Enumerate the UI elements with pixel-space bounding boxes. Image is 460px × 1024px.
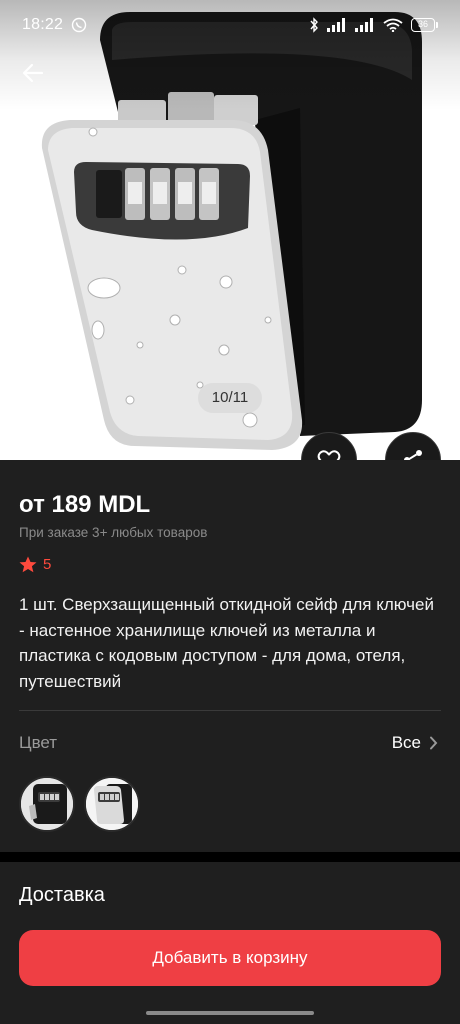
product-gallery[interactable]: 18:22 36 10/11 [0,0,460,460]
price: от 189 MDL [19,491,151,518]
color-label: Цвет [19,733,58,752]
home-indicator[interactable] [146,1011,314,1015]
rating-value: 5 [43,556,52,573]
color-option-thumbnail [21,778,73,830]
signal-icon [327,18,345,32]
status-icons: 36 [309,17,438,33]
arrow-left-icon [22,63,44,83]
wifi-icon [383,18,403,32]
product-title: 1 шт. Сверхзащищенный откидной сейф для … [19,595,434,691]
status-time: 18:22 [22,16,64,33]
battery-icon: 36 [411,18,438,32]
section-separator [0,852,460,862]
color-all-label: Все [391,733,421,752]
battery-level: 36 [411,18,435,32]
gallery-counter: 10/11 [198,383,262,413]
signal-icon [355,18,373,32]
price-note: При заказе 3+ любых товаров [19,525,208,540]
color-option-2[interactable] [84,776,140,832]
rating[interactable]: 5 [19,556,51,573]
status-bar: 18:22 36 [0,0,460,50]
star-icon [19,556,37,573]
back-button[interactable] [14,54,52,92]
add-to-cart-button[interactable]: Добавить в корзину [19,930,441,986]
color-option-1[interactable] [19,776,75,832]
color-all-link[interactable]: Все [392,733,438,753]
chevron-right-icon [430,736,438,750]
bluetooth-icon [310,17,318,33]
viber-icon [71,17,87,33]
delivery-title: Доставка [19,884,105,906]
color-option-thumbnail [86,778,138,830]
divider [19,710,441,711]
